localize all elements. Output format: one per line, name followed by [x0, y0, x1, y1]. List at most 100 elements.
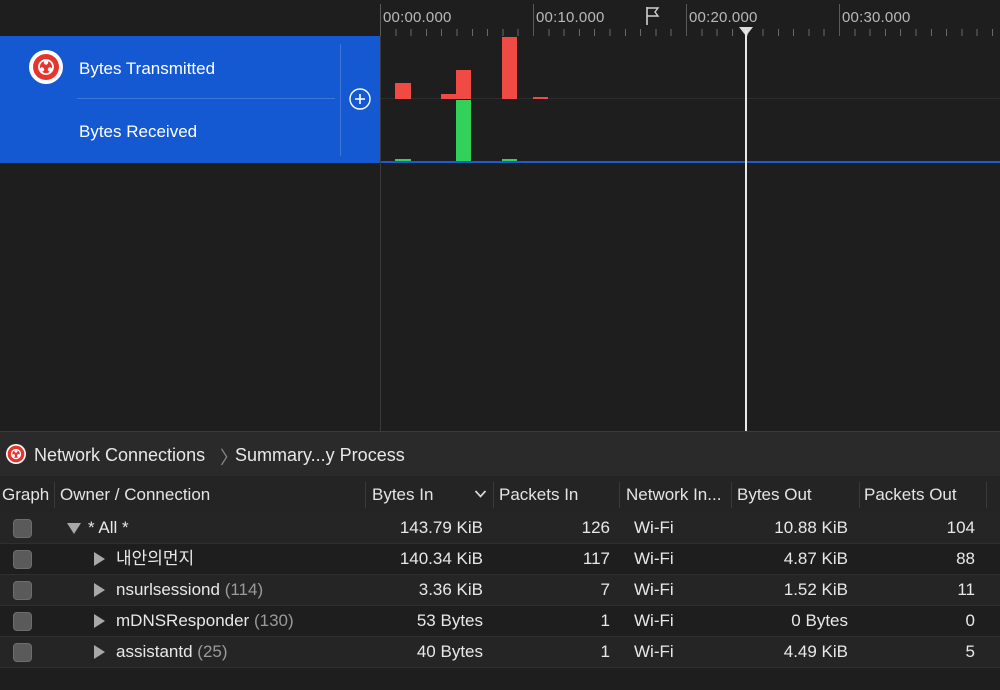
table-row[interactable]: mDNSResponder (130) 53 Bytes 1 Wi-Fi 0 B… — [0, 606, 1000, 637]
table-row[interactable]: * All * 143.79 KiB 126 Wi-Fi 10.88 KiB 1… — [0, 513, 1000, 544]
track-label-transmitted: Bytes Transmitted — [79, 59, 216, 78]
owner-name: assistantd (25) — [116, 637, 228, 667]
network-activity-graph[interactable] — [380, 36, 1000, 163]
disclosure-closed-icon[interactable] — [94, 645, 105, 659]
timeline-ruler[interactable]: 00:00.000 00:10.000 00:20.000 00:30.000 — [0, 0, 1000, 37]
packets-out-value: 104 — [946, 518, 975, 537]
bytes-in-value: 140.34 KiB — [399, 549, 483, 568]
process-name: nsurlsessiond — [116, 580, 220, 599]
disclosure-closed-icon[interactable] — [94, 552, 105, 566]
packets-out-value: 5 — [965, 642, 975, 661]
instrument-track-header[interactable]: Bytes Transmitted Bytes Received — [0, 36, 380, 163]
bytes-in-value: 143.79 KiB — [399, 518, 483, 537]
transmitted-bar — [533, 97, 548, 99]
process-id: (114) — [224, 580, 264, 599]
bytes-out-value: 4.49 KiB — [783, 642, 848, 661]
transmitted-bar — [441, 94, 457, 99]
ruler-major-tick — [839, 4, 840, 36]
flag-icon[interactable] — [645, 6, 661, 26]
network-interface-value: Wi-Fi — [634, 518, 674, 537]
detail-breadcrumb: Network Connections 〉 Summary...y Proces… — [0, 431, 1000, 477]
packets-in-value: 1 — [600, 611, 610, 630]
graph-checkbox[interactable] — [13, 550, 32, 569]
column-separator[interactable] — [365, 482, 366, 508]
ruler-track[interactable]: 00:00.000 00:10.000 00:20.000 00:30.000 — [380, 0, 1000, 36]
ruler-tick-label: 00:20.000 — [689, 9, 758, 26]
column-header-network-interface[interactable]: Network In... — [626, 476, 721, 513]
bytes-out-value: 0 Bytes — [791, 611, 848, 630]
ruler-major-tick — [533, 4, 534, 36]
connections-table: * All * 143.79 KiB 126 Wi-Fi 10.88 KiB 1… — [0, 513, 1000, 668]
process-name: assistantd — [116, 642, 193, 661]
column-separator[interactable] — [619, 482, 620, 508]
owner-name: * All * — [88, 518, 129, 537]
bytes-out-value: 10.88 KiB — [774, 518, 848, 537]
column-header-bytes-in[interactable]: Bytes In — [372, 476, 433, 513]
column-header-graph[interactable]: Graph — [2, 476, 49, 513]
bytes-out-value: 4.87 KiB — [783, 549, 848, 568]
packets-in-value: 1 — [600, 642, 610, 661]
column-header-bytes-out[interactable]: Bytes Out — [737, 476, 812, 513]
process-name: mDNSResponder — [116, 611, 250, 630]
table-header: Graph Owner / Connection Bytes In Packet… — [0, 476, 1000, 514]
owner-name: 내안의먼지 — [116, 549, 195, 568]
network-icon — [6, 444, 26, 464]
bytes-in-value: 40 Bytes — [416, 642, 483, 661]
timeline-divider — [380, 36, 381, 431]
column-separator[interactable] — [986, 482, 987, 508]
packets-out-value: 11 — [957, 580, 975, 599]
owner-name: nsurlsessiond (114) — [116, 575, 263, 605]
bytes-out-value: 1.52 KiB — [783, 580, 848, 599]
owner-name: mDNSResponder (130) — [116, 606, 294, 636]
column-header-owner[interactable]: Owner / Connection — [60, 476, 210, 513]
chevron-down-icon[interactable] — [474, 489, 487, 499]
ruler-major-tick — [686, 4, 687, 36]
disclosure-open-icon[interactable] — [67, 523, 81, 534]
graph-checkbox[interactable] — [13, 643, 32, 662]
column-separator[interactable] — [54, 482, 55, 508]
transmitted-bar — [502, 37, 517, 99]
network-interface-value: Wi-Fi — [634, 549, 674, 568]
ruler-tick-label: 00:30.000 — [842, 9, 911, 26]
track-divider — [77, 98, 335, 99]
graph-checkbox[interactable] — [13, 581, 32, 600]
graph-checkbox[interactable] — [13, 519, 32, 538]
graph-track-divider — [380, 98, 1000, 99]
packets-out-value: 88 — [956, 549, 975, 568]
transmitted-bar — [456, 70, 471, 99]
track-label-received: Bytes Received — [79, 122, 198, 141]
ruler-minor-ticks — [380, 29, 1000, 36]
received-bar — [456, 100, 471, 161]
graph-checkbox[interactable] — [13, 612, 32, 631]
track-header-divider — [340, 44, 341, 156]
ruler-major-tick — [380, 4, 381, 36]
column-header-packets-out[interactable]: Packets Out — [864, 476, 957, 513]
transmitted-bar — [395, 83, 411, 99]
table-row[interactable]: assistantd (25) 40 Bytes 1 Wi-Fi 4.49 Ki… — [0, 637, 1000, 668]
packets-out-value: 0 — [965, 611, 975, 630]
packets-in-value: 117 — [582, 549, 610, 568]
empty-track-area — [0, 163, 1000, 431]
breadcrumb-item-summary[interactable]: Summary...y Process — [235, 445, 405, 466]
packets-in-value: 126 — [581, 518, 610, 537]
disclosure-closed-icon[interactable] — [94, 614, 105, 628]
disclosure-closed-icon[interactable] — [94, 583, 105, 597]
playhead-line[interactable] — [745, 30, 747, 431]
network-interface-value: Wi-Fi — [634, 611, 674, 630]
ruler-tick-label: 00:00.000 — [383, 9, 452, 26]
packets-in-value: 7 — [600, 580, 610, 599]
network-interface-value: Wi-Fi — [634, 642, 674, 661]
breadcrumb-item-network-connections[interactable]: Network Connections — [34, 445, 205, 466]
ruler-spacer — [0, 0, 380, 37]
plus-circle-icon[interactable] — [349, 88, 371, 110]
bytes-in-value: 3.36 KiB — [418, 580, 483, 599]
column-header-packets-in[interactable]: Packets In — [499, 476, 578, 513]
network-interface-value: Wi-Fi — [634, 580, 674, 599]
column-separator[interactable] — [493, 482, 494, 508]
table-row[interactable]: nsurlsessiond (114) 3.36 KiB 7 Wi-Fi 1.5… — [0, 575, 1000, 606]
table-row[interactable]: 내안의먼지 140.34 KiB 117 Wi-Fi 4.87 KiB 88 — [0, 544, 1000, 575]
column-separator[interactable] — [859, 482, 860, 508]
bytes-in-value: 53 Bytes — [416, 611, 483, 630]
ruler-tick-label: 00:10.000 — [536, 9, 605, 26]
column-separator[interactable] — [731, 482, 732, 508]
